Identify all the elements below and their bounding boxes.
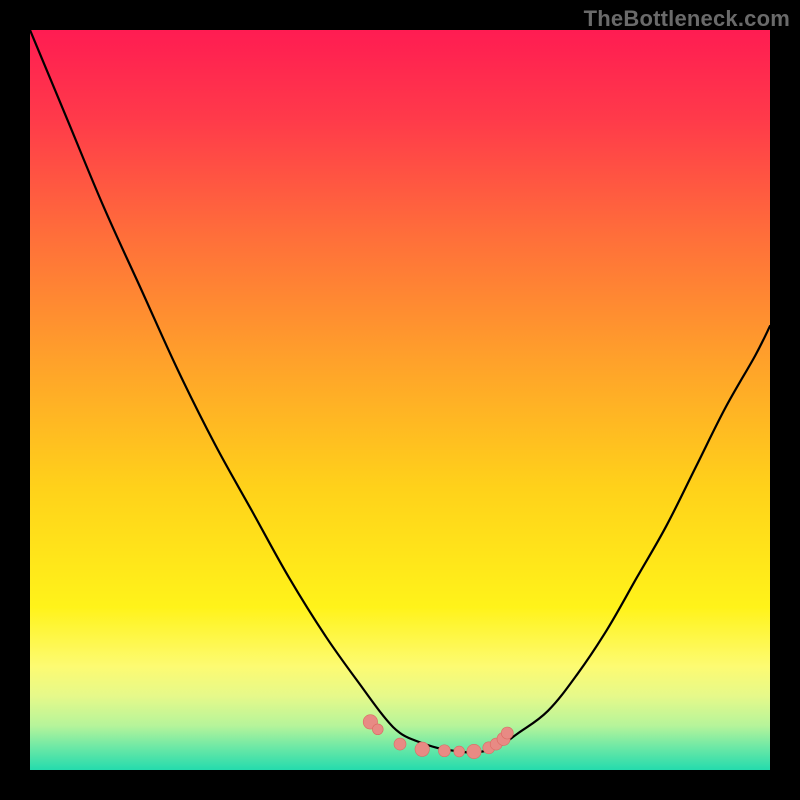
bottleneck-curve-right [474, 326, 770, 753]
chart-stage: TheBottleneck.com [0, 0, 800, 800]
valley-marker [372, 724, 383, 735]
valley-marker [467, 744, 481, 758]
valley-marker [438, 745, 450, 757]
attribution-watermark: TheBottleneck.com [584, 6, 790, 32]
valley-marker [501, 727, 513, 739]
valley-markers [363, 715, 513, 759]
valley-marker [454, 746, 465, 757]
valley-marker [394, 738, 406, 750]
valley-marker [415, 742, 429, 756]
plot-area [30, 30, 770, 770]
curve-layer [30, 30, 770, 770]
bottleneck-curve-left [30, 30, 474, 753]
